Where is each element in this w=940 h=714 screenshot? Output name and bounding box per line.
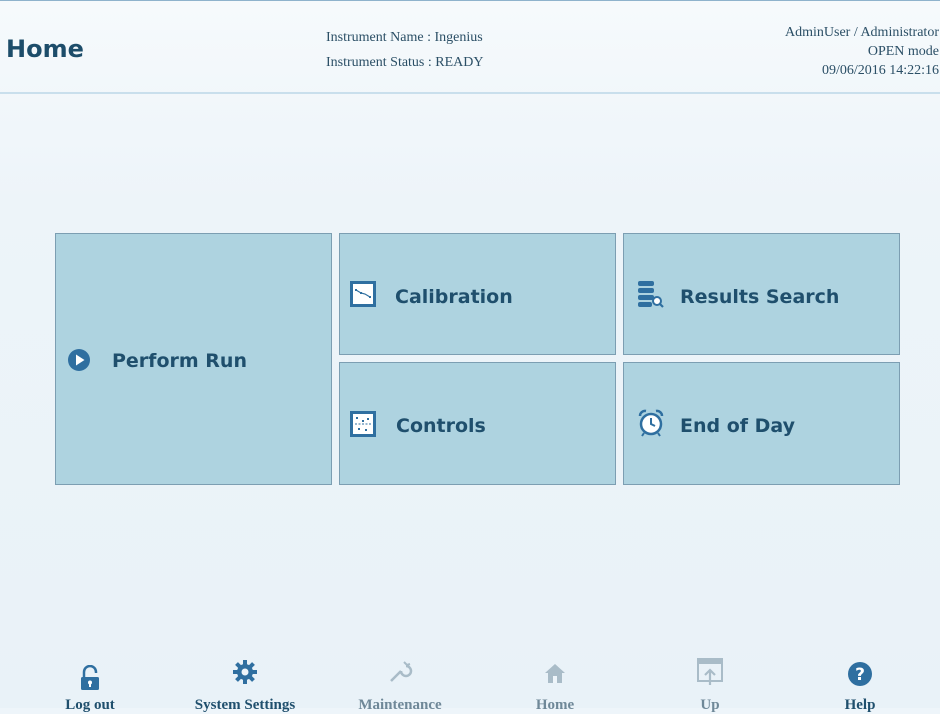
system-settings-button[interactable]: System Settings: [175, 649, 315, 713]
logout-label: Log out: [65, 697, 115, 713]
unlock-icon: [81, 665, 99, 690]
app-window: Home Instrument Name : Ingenius Instrume…: [0, 0, 940, 713]
access-mode: OPEN mode: [867, 44, 939, 59]
gear-icon: [233, 660, 257, 684]
instrument-status: Instrument Status : READY: [326, 55, 484, 70]
date-time: 09/06/2016 14:22:16: [821, 63, 939, 78]
up-button[interactable]: Up: [670, 649, 750, 713]
perform-run-button[interactable]: Perform Run: [55, 233, 332, 485]
instrument-name: Instrument Name : Ingenius: [326, 30, 483, 45]
perform-run-label: Perform Run: [112, 350, 247, 372]
help-icon: ?: [848, 662, 872, 686]
controls-chart-icon: [350, 411, 376, 441]
results-search-button[interactable]: Results Search: [623, 233, 900, 355]
svg-text:?: ?: [855, 665, 865, 685]
up-label: Up: [700, 697, 720, 713]
play-icon: [67, 348, 91, 376]
calibration-button[interactable]: Calibration: [339, 233, 616, 355]
calibration-label: Calibration: [395, 286, 513, 308]
alarm-clock-icon: [637, 409, 665, 441]
page-title: Home: [6, 35, 84, 63]
home-icon: [545, 664, 565, 683]
user-info: AdminUser / Administrator OPEN mode 09/0…: [785, 23, 939, 80]
logout-button[interactable]: Log out: [45, 649, 135, 713]
header-bar: Home Instrument Name : Ingenius Instrume…: [0, 1, 940, 94]
controls-label: Controls: [396, 415, 486, 437]
end-of-day-button[interactable]: End of Day: [623, 362, 900, 485]
calibration-chart-icon: [350, 281, 376, 311]
header-divider: [0, 92, 940, 94]
home-label: Home: [535, 697, 575, 713]
home-button[interactable]: Home: [515, 649, 595, 713]
wrench-icon: [390, 661, 413, 682]
end-of-day-label: End of Day: [680, 415, 796, 437]
database-search-icon: [636, 279, 664, 313]
maintenance-button[interactable]: Maintenance: [340, 649, 460, 713]
up-window-icon: [697, 658, 723, 685]
maintenance-label: Maintenance: [358, 697, 442, 713]
help-button[interactable]: ? Help: [820, 649, 900, 713]
system-settings-label: System Settings: [194, 697, 296, 713]
results-search-label: Results Search: [680, 286, 840, 308]
user-role: AdminUser / Administrator: [785, 25, 939, 40]
help-label: Help: [844, 697, 876, 713]
controls-button[interactable]: Controls: [339, 362, 616, 485]
